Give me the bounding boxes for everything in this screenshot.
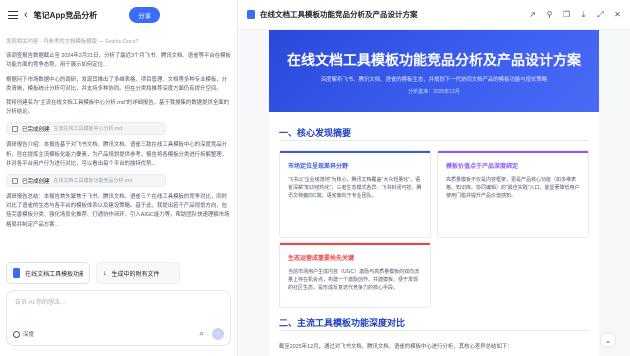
message-text: 调研报告介绍：本报告基于对飞书文档、腾讯文档、语雀三款在线工具模板中心的深度竞品… xyxy=(6,142,228,167)
section-divider xyxy=(279,330,589,331)
file-name: 生成中的附有文件 xyxy=(111,271,160,278)
card-title: 市场定位呈现差异分野 xyxy=(288,164,349,170)
file-name: 在线文档工具模板功能... xyxy=(25,271,83,278)
paperclip-icon[interactable]: ⌕ xyxy=(200,329,204,339)
message-text: 我将创建名为"主流在线文档工具模板中心分析.md"的详细报告，基于我搜集的数据提… xyxy=(6,100,230,116)
section-heading: 一、核心发现摘要 xyxy=(279,128,352,138)
chip-status: 已完成创建 xyxy=(22,178,50,185)
chat-composer[interactable]: 告诉 AI 你的想法... 深度 ⌕ ↑ xyxy=(6,290,231,346)
download-icon[interactable]: ⤓ xyxy=(579,10,588,20)
hero-subtitle: 深度解析飞书、腾讯文档、语雀的模板生态，并规划下一代协同文档产品的模板功能与增长… xyxy=(320,77,548,83)
message-text: 调研报告总结：本报告首先聚焦于飞书、腾讯文档、语雀三个在线工具模板的竞争对比，同… xyxy=(6,194,230,228)
finding-card: 市场定位呈现差异分野 飞书以"企业级落地"为核心，腾讯文档覆盖"大众轻量化"，语… xyxy=(279,150,431,238)
finding-card: 模板价值点于产品深度绑定 高质量模板不仅是内容框架，更是产品核心功能（如多维表格… xyxy=(437,150,589,238)
chat-messages: 发现相关内容 · 可参考的文档模板模版 — Feishu Docs? 该调查报告… xyxy=(6,38,231,282)
document-toolbar: ↗ ⚲ ❐ ⤓ ⤢ ✕ xyxy=(528,10,622,20)
chip-filename: 在线文档工具模板功能竞品分析.md xyxy=(53,178,132,185)
document-icon xyxy=(247,10,255,19)
card-accent-bar xyxy=(438,151,588,153)
message-text: 发现相关内容 · 可参考的文档模板模版 — Feishu Docs? xyxy=(6,39,139,45)
deep-think-toggle[interactable]: 深度 xyxy=(13,330,34,338)
document-panel: 在线文档工具模板功能竞品分析及产品设计方案 ↗ ⚲ ❐ ⤓ ⤢ ✕ 在线文档工具… xyxy=(239,0,630,356)
attachment-row: 在线文档工具模板功能... ↓ 生成中的附有文件 xyxy=(6,262,180,284)
chat-panel: ‹ 笔记App竞品分析 分享 发现相关内容 · 可参考的文档模板模版 — Fei… xyxy=(0,0,238,356)
finding-card: 生态运营成重要抢先关键 当前市场用户生成内容（UGC）激励与高质量模板的双向流量… xyxy=(279,242,431,308)
card-accent-bar xyxy=(280,243,430,245)
deep-think-label: 深度 xyxy=(23,332,35,338)
chevron-left-icon[interactable]: ‹ xyxy=(24,9,28,21)
file-card-generating[interactable]: ↓ 生成中的附有文件 xyxy=(96,262,180,284)
arrow-down-icon: ↓ xyxy=(103,269,107,277)
document-icon xyxy=(12,125,18,132)
chip-status: 已完成创建 xyxy=(22,126,50,133)
card-text: 当前市场用户生成内容（UGC）激励与高质量模板的双向流量上存在机会点，构建一个激… xyxy=(288,269,420,292)
created-file-chip[interactable]: 已完成创建 主流在线工具模板中心分析.md xyxy=(6,122,166,136)
link-icon[interactable]: ⚲ xyxy=(545,10,554,20)
doc-file-icon xyxy=(13,268,21,278)
message-text: 该调查报告数据截止至 2024年2月21日，分析了最近3个月飞书、腾讯文档、语雀… xyxy=(6,53,231,69)
section-intro-text: 截至2025年12月，通过对飞书文档、腾讯文档、语雀的模板中心进行分析，其核心差… xyxy=(279,344,513,350)
created-file-chip[interactable]: 已完成创建 在线文档工具模板功能竞品分析.md xyxy=(6,174,166,188)
document-icon xyxy=(12,177,18,184)
composer-toolbar: 深度 ⌕ ↑ xyxy=(13,328,224,340)
document-header: 在线文档工具模板功能竞品分析及产品设计方案 ↗ ⚲ ❐ ⤓ ⤢ ✕ xyxy=(239,0,630,30)
copy-icon[interactable]: ❐ xyxy=(562,10,571,20)
hero-banner: 在线文档工具模板功能竞品分析及产品设计方案 深度解析飞书、腾讯文档、语雀的模板生… xyxy=(269,30,599,112)
send-button[interactable]: ↑ xyxy=(212,328,224,340)
close-icon[interactable]: ✕ xyxy=(613,10,622,20)
card-text: 飞书以"企业级落地"为核心，腾讯文档覆盖"大众轻量化"，语雀深耕"知识结构化"，… xyxy=(288,177,422,200)
hero-title: 在线文档工具模板功能竞品分析及产品设计方案 xyxy=(287,52,581,68)
document-tab-title: 在线文档工具模板功能竞品分析及产品设计方案 xyxy=(260,10,418,19)
card-accent-bar xyxy=(280,151,430,153)
chat-header: ‹ 笔记App竞品分析 分享 xyxy=(0,0,237,30)
document-page: 在线文档工具模板功能竞品分析及产品设计方案 深度解析飞书、腾讯文档、语雀的模板生… xyxy=(269,30,599,356)
menu-icon[interactable] xyxy=(8,11,18,19)
message-text: 根据问下市场数据中心的调研，发现其推出了多维表格、项目管理、文档等多种专业模板，… xyxy=(6,76,228,92)
card-title: 生态运营成重要抢先关键 xyxy=(288,256,355,262)
expand-icon[interactable]: ⤢ xyxy=(596,10,605,20)
chip-filename: 主流在线工具模板中心分析.md xyxy=(53,126,122,133)
hero-date: 分析基准：2025年12月 xyxy=(408,89,460,95)
card-text: 高质量模板不仅是内容框架，更是产品核心功能（如多维表格、知识库、协同编辑）的"最… xyxy=(446,177,580,200)
section-heading: 二、主流工具模板功能深度对比 xyxy=(279,318,406,328)
scroll-down-button[interactable]: ⌄ xyxy=(600,332,616,348)
share-icon[interactable]: ↗ xyxy=(528,10,537,20)
chat-input-placeholder[interactable]: 告诉 AI 你的想法... xyxy=(15,297,65,306)
card-title: 模板价值点于产品深度绑定 xyxy=(446,164,519,170)
chat-title: 笔记App竞品分析 xyxy=(33,10,98,20)
file-card[interactable]: 在线文档工具模板功能... xyxy=(6,262,90,284)
share-button[interactable]: 分享 xyxy=(129,7,161,23)
brain-icon xyxy=(13,330,20,338)
section-divider xyxy=(279,140,589,141)
